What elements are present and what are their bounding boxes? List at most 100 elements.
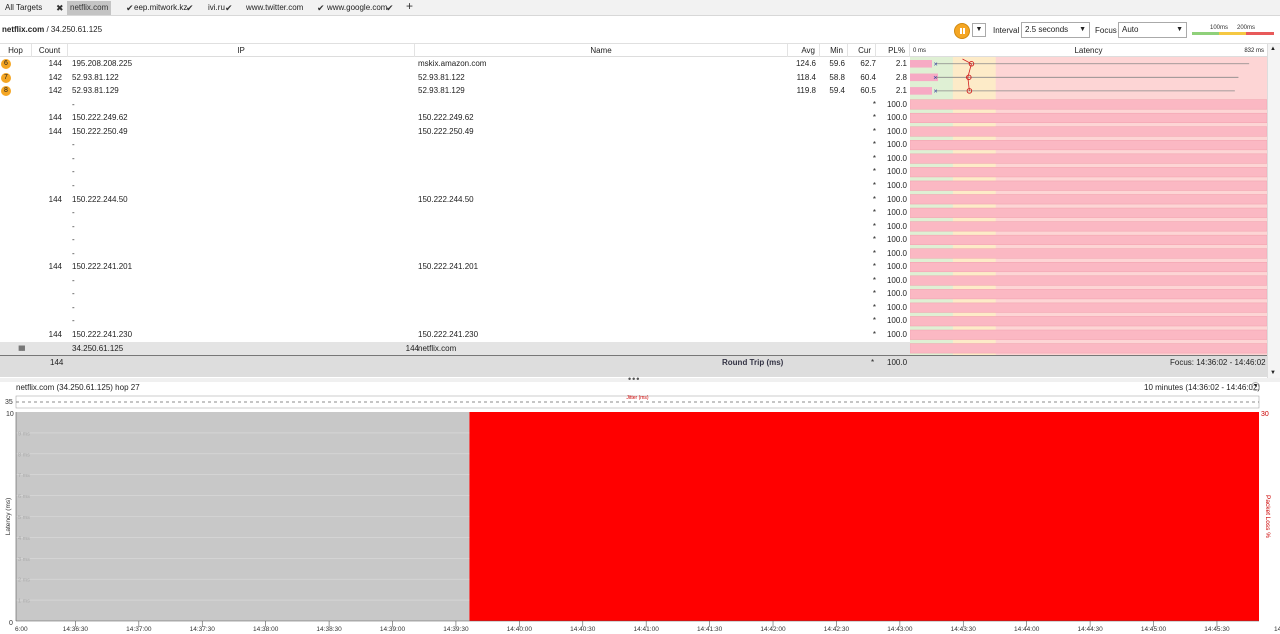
table-row[interactable]: 144 150.222.250.49 150.222.250.49 * 100.0 bbox=[0, 125, 910, 139]
x-tick-label: 14:37:00 bbox=[126, 626, 152, 633]
cur-marker: × bbox=[934, 61, 938, 68]
check-icon[interactable]: ✔ bbox=[225, 1, 233, 15]
table-row[interactable]: 8 142 52.93.81.129 52.93.81.129 119.8 59.4 60.… bbox=[0, 84, 910, 98]
add-tab-button[interactable]: + bbox=[406, 0, 413, 13]
loss-bar bbox=[910, 153, 1267, 164]
col-pl[interactable]: PL% bbox=[876, 44, 910, 57]
packet-loss-region bbox=[469, 412, 1259, 621]
table-row[interactable]: - * 100.0 bbox=[0, 152, 910, 166]
x-tick-label: 14:4 bbox=[1274, 626, 1280, 633]
cell-pl: 2.1 bbox=[895, 86, 907, 96]
cell-pl: 100.0 bbox=[886, 248, 907, 258]
x-tick-label: 14:41:30 bbox=[697, 626, 723, 633]
table-scrollbar[interactable]: ▲ ▼ bbox=[1267, 44, 1280, 378]
cell-count: 144 bbox=[48, 262, 62, 272]
cell-name: 52.93.81.129 bbox=[418, 86, 465, 96]
tab-www-twitter-com[interactable]: www.twitter.com bbox=[243, 1, 306, 15]
range-dropdown-icon[interactable]: ▾ bbox=[1251, 382, 1260, 391]
cell-pl: 100.0 bbox=[886, 302, 907, 312]
tab-netflix-com[interactable]: netflix.com bbox=[67, 1, 112, 15]
tab-eep-mitwork-kz[interactable]: eep.mitwork.kz bbox=[131, 1, 190, 15]
col-ip[interactable]: IP bbox=[68, 44, 415, 57]
table-row[interactable]: - * 100.0 bbox=[0, 247, 910, 261]
table-row[interactable]: - * 100.0 bbox=[0, 206, 910, 220]
table-row[interactable]: - * 100.0 bbox=[0, 179, 910, 193]
scroll-up-icon[interactable]: ▲ bbox=[1270, 46, 1276, 52]
col-avg[interactable]: Avg bbox=[788, 44, 820, 57]
cell-count: 144 bbox=[405, 343, 419, 353]
table-row[interactable]: 144 150.222.241.230 150.222.241.230 * 100.0 bbox=[0, 328, 910, 342]
x-tick-label: 14:45:30 bbox=[1204, 626, 1230, 633]
cell-ip: - bbox=[72, 289, 75, 299]
graph-title: netflix.com (34.250.61.125) hop 27 bbox=[16, 383, 140, 392]
table-row[interactable]: - * 100.0 bbox=[0, 138, 910, 152]
table-row[interactable]: - * 100.0 bbox=[0, 287, 910, 301]
table-row[interactable]: 6 144 195.208.208.225 mskix.amazon.com 124.6… bbox=[0, 57, 910, 71]
cell-ip: 150.222.250.49 bbox=[72, 126, 128, 136]
table-row[interactable]: 144 150.222.244.50 150.222.244.50 * 100.0 bbox=[0, 193, 910, 207]
cell-pl: 100.0 bbox=[886, 126, 907, 136]
table-row[interactable]: 7 142 52.93.81.122 52.93.81.122 118.4 58.8 60.… bbox=[0, 71, 910, 85]
bar-chart-icon[interactable]: ▮▮▮ bbox=[18, 342, 25, 356]
col-min[interactable]: Min bbox=[820, 44, 848, 57]
focus-select[interactable]: Auto ▼ bbox=[1118, 22, 1187, 38]
chevron-down-icon: ▼ bbox=[1176, 26, 1183, 33]
scale-yellow bbox=[1219, 32, 1246, 35]
y-tick-label: 8 ms bbox=[18, 452, 30, 458]
loss-bar bbox=[910, 140, 1267, 151]
cell-ip: - bbox=[72, 316, 75, 326]
x-tick-label: 14:42:30 bbox=[824, 626, 850, 633]
cell-min: 58.8 bbox=[829, 72, 845, 82]
cell-pl: 100.0 bbox=[886, 99, 907, 109]
close-icon[interactable]: ✖ bbox=[56, 1, 64, 15]
table-row[interactable]: - * 100.0 bbox=[0, 165, 910, 179]
x-tick-label: 14:44:30 bbox=[1077, 626, 1103, 633]
scroll-down-icon[interactable]: ▼ bbox=[1270, 370, 1276, 376]
col-count[interactable]: Count bbox=[32, 44, 68, 57]
y-tick-label: 2 ms bbox=[18, 578, 30, 584]
x-tick-label: 14:43:30 bbox=[951, 626, 977, 633]
cell-pl: 100.0 bbox=[886, 180, 907, 190]
tab-all-targets[interactable]: All Targets bbox=[2, 1, 45, 15]
col-name[interactable]: Name bbox=[415, 44, 788, 57]
pl-axis-label: Packet Loss % bbox=[1264, 495, 1271, 538]
scale-200-label: 200ms bbox=[1237, 25, 1255, 31]
cell-cur: * bbox=[872, 113, 876, 123]
cell-pl: 100.0 bbox=[886, 316, 907, 326]
cell-cur: 60.4 bbox=[860, 72, 876, 82]
tab-www-google-com[interactable]: www.google.com bbox=[324, 1, 390, 15]
cell-cur: 60.5 bbox=[860, 86, 876, 96]
tab-label: ivi.ru bbox=[208, 3, 225, 12]
loss-bar bbox=[910, 275, 1267, 286]
check-icon[interactable]: ✔ bbox=[386, 1, 394, 15]
table-row[interactable]: 144 150.222.249.62 150.222.249.62 * 100.0 bbox=[0, 111, 910, 125]
col-cur[interactable]: Cur bbox=[848, 44, 876, 57]
col-latency[interactable]: 0 ms Latency 832 ms bbox=[910, 44, 1267, 57]
cell-name: 150.222.249.62 bbox=[418, 113, 474, 123]
hop-badge: 6 bbox=[1, 59, 11, 69]
cell-cur: * bbox=[872, 221, 876, 231]
y-tick-label: 7 ms bbox=[18, 473, 30, 479]
target-tabs: All Targets ✖ netflix.com ✔ eep.mitwork.kz ✔ i… bbox=[0, 0, 1280, 16]
cell-name: 150.222.250.49 bbox=[418, 126, 474, 136]
y-tick-label: 9 ms bbox=[18, 431, 30, 437]
table-row[interactable]: - * 100.0 bbox=[0, 233, 910, 247]
table-row[interactable]: - * 100.0 bbox=[0, 314, 910, 328]
loss-bar bbox=[910, 262, 1267, 273]
table-row[interactable]: - * 100.0 bbox=[0, 274, 910, 288]
table-row[interactable]: 144 150.222.241.201 150.222.241.201 * 100.0 bbox=[0, 260, 910, 274]
table-row[interactable]: - * 100.0 bbox=[0, 301, 910, 315]
cell-pl: 100.0 bbox=[886, 235, 907, 245]
col-hop[interactable]: Hop bbox=[0, 44, 32, 57]
cell-name: netflix.com bbox=[418, 343, 457, 353]
cell-avg: 119.8 bbox=[796, 86, 816, 96]
pause-button[interactable] bbox=[954, 23, 970, 39]
cell-count: 144 bbox=[48, 59, 62, 68]
table-row[interactable]: - * 100.0 bbox=[0, 220, 910, 234]
cell-min: 59.4 bbox=[829, 86, 845, 96]
check-icon[interactable]: ✔ bbox=[186, 1, 194, 15]
table-row[interactable]: - * 100.0 bbox=[0, 98, 910, 112]
interval-select[interactable]: 2.5 seconds ▼ bbox=[1021, 22, 1090, 38]
pause-dropdown-button[interactable]: ▼ bbox=[972, 23, 986, 37]
x-tick-label: 14:37:30 bbox=[190, 626, 216, 633]
